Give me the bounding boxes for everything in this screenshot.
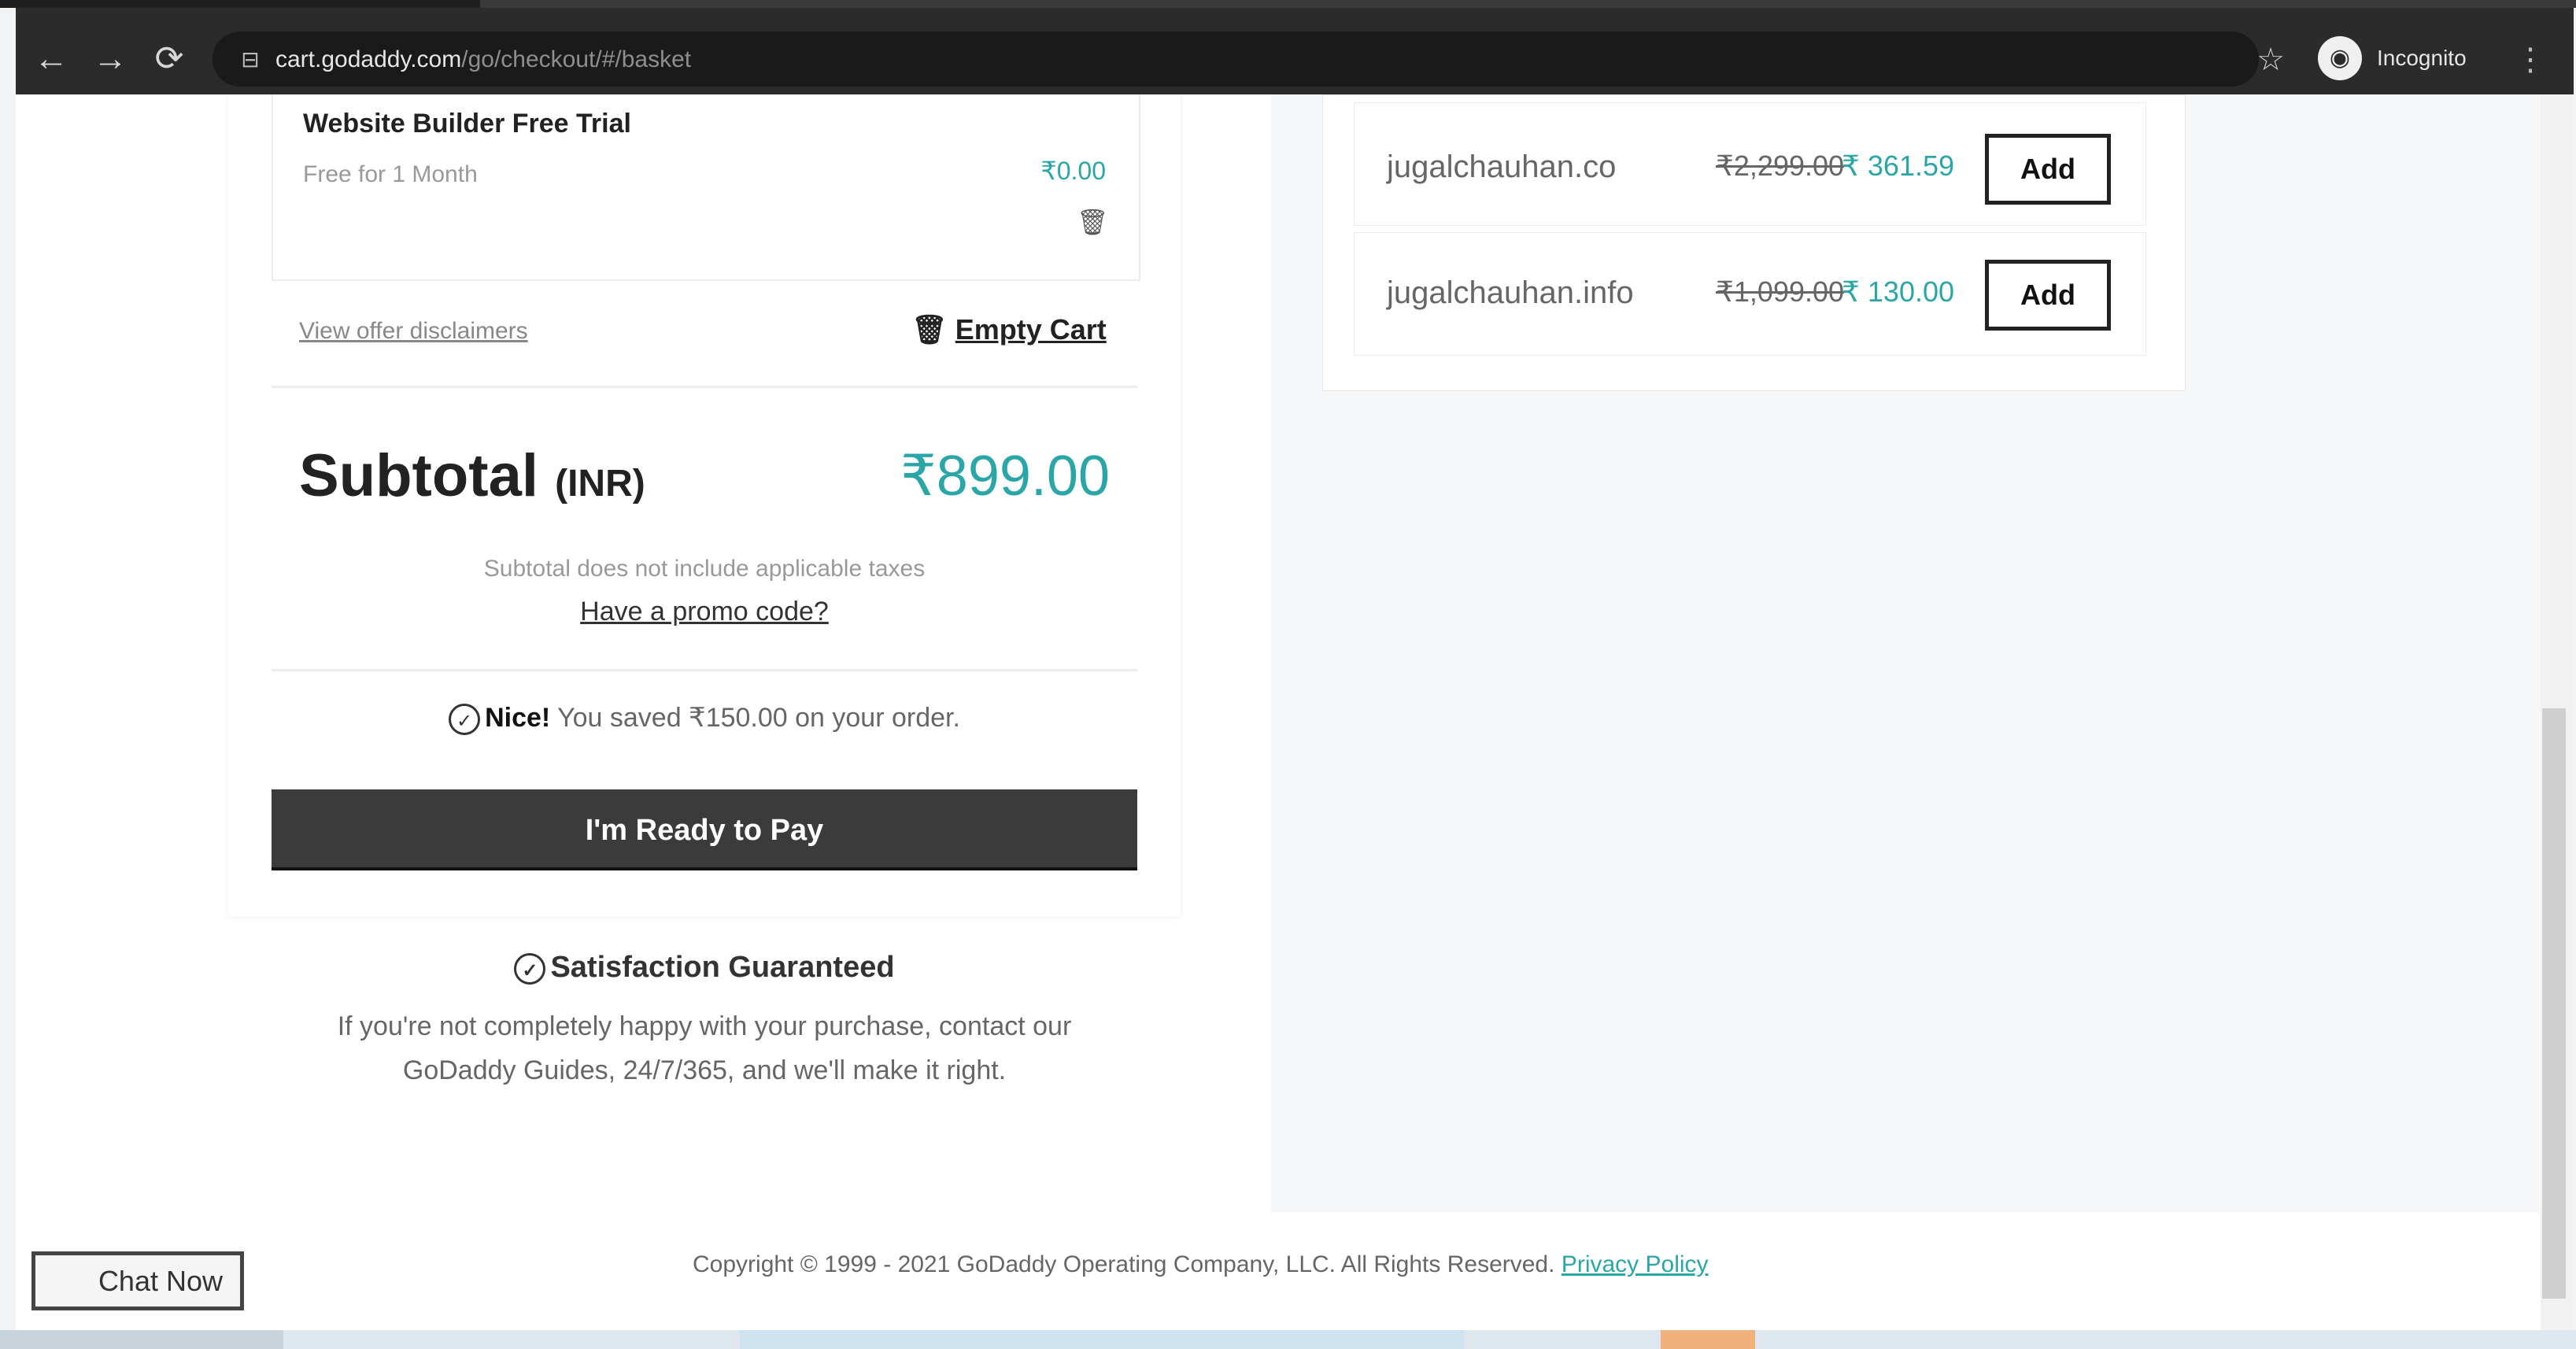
trash-icon: 🗑	[911, 313, 955, 346]
offer-disclaimers-link[interactable]: View offer disclaimers	[299, 318, 528, 345]
promo-code-link[interactable]: Have a promo code?	[272, 597, 1137, 627]
upsell-domain-name: jugalchauhan.info	[1387, 275, 1634, 310]
upsell-domain-name: jugalchauhan.co	[1387, 150, 1617, 184]
divider	[272, 386, 1137, 388]
reload-icon[interactable]: ⟳	[146, 35, 193, 83]
divider	[272, 669, 1137, 671]
kebab-menu-icon[interactable]: ⋮	[2515, 36, 2546, 83]
savings-message: ✓ Nice! You saved ₹150.00 on your order.	[272, 702, 1137, 736]
upsell-old-price: ₹1,099.00	[1716, 275, 1845, 308]
cart-item-subtitle: Free for 1 Month	[303, 161, 478, 187]
ready-to-pay-button[interactable]: I'm Ready to Pay	[272, 789, 1137, 870]
cart-item-title: Website Builder Free Trial	[303, 109, 631, 139]
empty-cart-button[interactable]: 🗑 Empty Cart	[911, 313, 1107, 346]
subtotal-label: Subtotal (INR)	[299, 442, 645, 509]
scrollbar-thumb[interactable]	[2542, 708, 2566, 1299]
satisfaction-title: ✓ Satisfaction Guaranteed	[272, 951, 1137, 985]
satisfaction-body: If you're not completely happy with your…	[337, 1011, 1072, 1085]
satisfaction-check-icon: ✓	[514, 952, 546, 985]
site-info-icon[interactable]: ⊟	[235, 44, 266, 76]
active-tab[interactable]	[480, 0, 2576, 8]
subtotal-value: ₹899.00	[900, 445, 1110, 508]
add-domain-button[interactable]: Add	[1985, 134, 2111, 205]
badge-check-icon: ✓	[449, 704, 481, 736]
taskbar-segment	[0, 1330, 283, 1349]
footer-copyright: Copyright © 1999 - 2021 GoDaddy Operatin…	[693, 1251, 1709, 1277]
trash-icon[interactable]: 🗑	[1077, 206, 1109, 238]
taxes-note: Subtotal does not include applicable tax…	[483, 556, 926, 582]
taskbar-segment	[1661, 1330, 1755, 1349]
upsell-old-price: ₹2,299.00	[1716, 150, 1845, 182]
incognito-label: Incognito	[2377, 46, 2467, 70]
incognito-icon[interactable]: ◉	[2318, 36, 2362, 80]
add-domain-button[interactable]: Add	[1985, 260, 2111, 331]
chat-now-button[interactable]: Chat Now	[31, 1251, 244, 1310]
upsell-new-price: ₹ 361.59	[1842, 150, 1955, 182]
forward-arrow-icon[interactable]: →	[87, 35, 134, 83]
privacy-policy-link[interactable]: Privacy Policy	[1561, 1251, 1709, 1277]
upsell-new-price: ₹ 130.00	[1842, 275, 1955, 308]
star-icon[interactable]: ☆	[2247, 36, 2294, 83]
cart-item-price: ₹0.00	[1040, 157, 1106, 185]
back-arrow-icon[interactable]: ←	[28, 35, 75, 83]
url-text[interactable]: cart.godaddy.com/go/checkout/#/basket	[275, 41, 691, 79]
taskbar-segment	[740, 1330, 1464, 1349]
